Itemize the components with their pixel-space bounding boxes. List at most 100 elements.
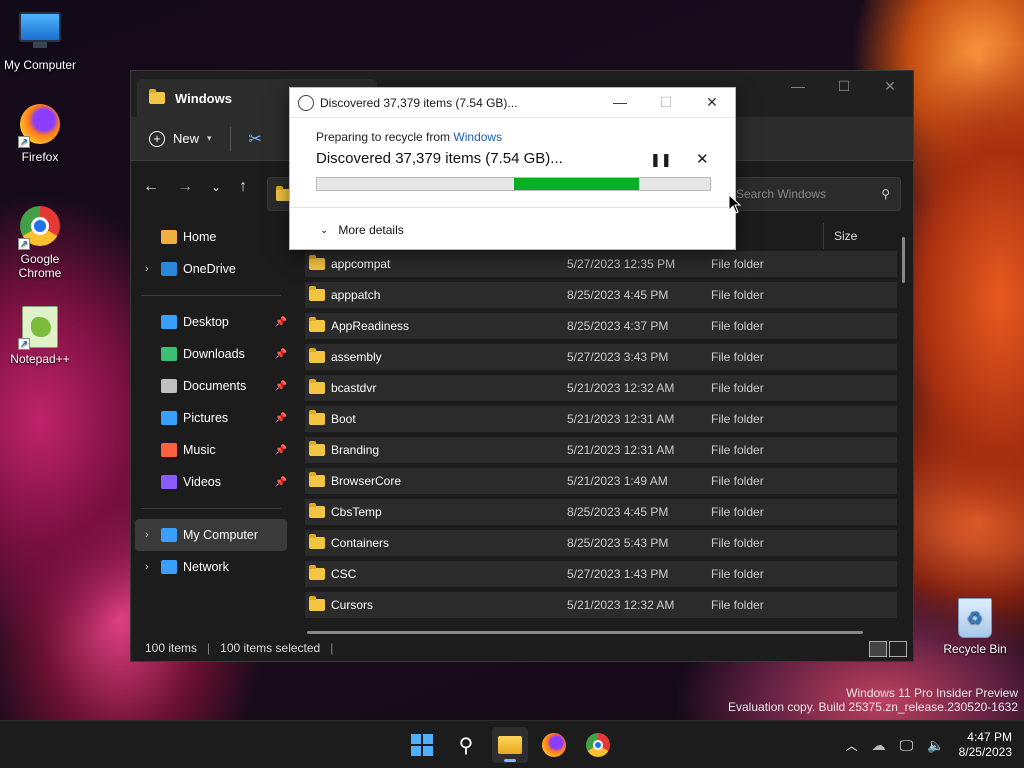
sidebar-item-label: Downloads xyxy=(183,347,245,361)
windows-logo-icon xyxy=(411,734,433,756)
horizontal-scrollbar[interactable] xyxy=(307,631,863,634)
file-row[interactable]: AppReadiness 8/25/2023 4:37 PM File folder xyxy=(305,313,897,339)
file-row[interactable]: assembly 5/27/2023 3:43 PM File folder xyxy=(305,344,897,370)
sidebar-item-pictures[interactable]: Pictures 📌 xyxy=(131,402,291,434)
progress-bar xyxy=(316,177,711,191)
forward-arrow-icon[interactable]: → xyxy=(177,178,193,196)
dialog-close-button[interactable]: ✕ xyxy=(689,88,735,116)
desktop-icon-label: Notepad++ xyxy=(10,352,70,366)
dialog-sub-prefix: Preparing to recycle from xyxy=(316,130,451,144)
show-hidden-icons-chevron-icon[interactable]: ︿ xyxy=(846,737,858,754)
taskbar-chrome[interactable] xyxy=(580,727,616,763)
source-folder-link[interactable]: Windows xyxy=(453,130,502,144)
minimize-button[interactable]: — xyxy=(775,71,821,101)
file-row[interactable]: Branding 5/21/2023 12:31 AM File folder xyxy=(305,437,897,463)
onedrive-offline-icon[interactable]: ☁ xyxy=(872,737,886,754)
cut-icon[interactable]: ✂ xyxy=(249,129,262,149)
file-row[interactable]: Cursors 5/21/2023 12:32 AM File folder xyxy=(305,592,897,618)
close-button[interactable]: ✕ xyxy=(867,71,913,101)
sidebar-item-documents[interactable]: Documents 📌 xyxy=(131,370,291,402)
sidebar-item-my-computer[interactable]: › My Computer xyxy=(135,519,287,551)
watermark-line-1: Windows 11 Pro Insider Preview xyxy=(846,686,1018,700)
pause-icon[interactable]: ❚❚ xyxy=(650,152,672,168)
taskbar-file-explorer[interactable] xyxy=(492,727,528,763)
file-name: CbsTemp xyxy=(331,505,382,519)
file-row[interactable]: CbsTemp 8/25/2023 4:45 PM File folder xyxy=(305,499,897,525)
search-button[interactable]: ⚲ xyxy=(448,727,484,763)
network-icon[interactable]: 🖵 xyxy=(900,737,914,754)
cancel-icon[interactable]: ✕ xyxy=(696,150,709,168)
item-count: 100 items xyxy=(145,641,198,655)
taskbar-firefox[interactable] xyxy=(536,727,572,763)
clock[interactable]: 4:47 PM 8/25/2023 xyxy=(959,730,1012,760)
new-button[interactable]: + New ▾ xyxy=(149,130,212,147)
cloud-icon xyxy=(161,262,177,276)
firefox-icon: ↗ xyxy=(18,104,62,148)
plus-icon: + xyxy=(149,130,165,147)
status-bar: 100 items | 100 items selected | xyxy=(145,641,334,655)
sidebar-item-network[interactable]: › Network xyxy=(131,551,291,583)
tab-title: Windows xyxy=(175,90,232,106)
progress-fill xyxy=(513,178,640,190)
computer-icon xyxy=(161,528,177,542)
file-date: 8/25/2023 4:45 PM xyxy=(567,288,669,302)
folder-icon xyxy=(149,89,165,104)
file-row[interactable]: apppatch 8/25/2023 4:45 PM File folder xyxy=(305,282,897,308)
file-row[interactable]: bcastdvr 5/21/2023 12:32 AM File folder xyxy=(305,375,897,401)
desktop-icon-notepadpp[interactable]: ↗ Notepad++ xyxy=(0,306,80,366)
file-name-cell: Boot xyxy=(305,410,567,426)
desktop-icon-my-computer[interactable]: My Computer xyxy=(0,8,80,72)
maximize-button[interactable]: ☐ xyxy=(821,71,867,101)
sidebar-item-videos[interactable]: Videos 📌 xyxy=(131,466,291,498)
dialog-minimize-button[interactable]: — xyxy=(597,88,643,116)
back-arrow-icon[interactable]: ← xyxy=(143,178,159,196)
file-row[interactable]: Boot 5/21/2023 12:31 AM File folder xyxy=(305,406,897,432)
sidebar-item-desktop[interactable]: Desktop 📌 xyxy=(131,306,291,338)
vertical-scrollbar[interactable] xyxy=(902,237,905,283)
chevron-right-icon[interactable]: › xyxy=(145,529,161,541)
file-row[interactable]: BrowserCore 5/21/2023 1:49 AM File folder xyxy=(305,468,897,494)
sidebar-item-downloads[interactable]: Downloads 📌 xyxy=(131,338,291,370)
sidebar-item-onedrive[interactable]: › OneDrive xyxy=(131,253,291,285)
file-row[interactable]: CSC 5/27/2023 1:43 PM File folder xyxy=(305,561,897,587)
start-button[interactable] xyxy=(404,727,440,763)
file-name: Cursors xyxy=(331,598,374,612)
file-row[interactable]: appcompat 5/27/2023 12:35 PM File folder xyxy=(305,251,897,277)
desktop-icon-label: Firefox xyxy=(21,150,59,164)
sidebar-item-label: Pictures xyxy=(183,411,229,425)
sidebar-item-label: My Computer xyxy=(183,528,259,542)
pin-icon: 📌 xyxy=(274,380,287,392)
file-date: 5/27/2023 1:43 PM xyxy=(567,567,669,581)
chevron-right-icon[interactable]: › xyxy=(145,263,161,275)
column-header-size[interactable]: Size xyxy=(823,223,857,249)
file-name-cell: assembly xyxy=(305,348,567,364)
file-type: File folder xyxy=(711,288,764,302)
file-name-cell: apppatch xyxy=(305,286,567,302)
chevron-right-icon[interactable]: › xyxy=(145,561,161,573)
shortcut-arrow-icon: ↗ xyxy=(18,136,30,148)
recent-locations-chevron-icon[interactable]: ⌄ xyxy=(211,180,221,194)
file-date: 5/27/2023 12:35 PM xyxy=(567,257,676,271)
toolbar-divider xyxy=(229,126,231,151)
clock-date: 8/25/2023 xyxy=(958,745,1012,759)
file-name-cell: bcastdvr xyxy=(305,379,567,395)
file-type: File folder xyxy=(711,257,764,271)
file-row[interactable]: Containers 8/25/2023 5:43 PM File folder xyxy=(305,530,897,556)
desktop-icon-recycle-bin[interactable]: ♻ Recycle Bin xyxy=(940,598,1010,656)
file-type: File folder xyxy=(711,443,764,457)
file-name: apppatch xyxy=(331,288,381,302)
sidebar-item-home[interactable]: Home xyxy=(131,221,291,253)
network-icon xyxy=(161,560,177,574)
sidebar-item-music[interactable]: Music 📌 xyxy=(131,434,291,466)
desktop-icon-firefox[interactable]: ↗ Firefox xyxy=(0,104,80,164)
file-date: 5/21/2023 12:32 AM xyxy=(567,381,675,395)
file-name: appcompat xyxy=(331,257,391,271)
dialog-source-line: Preparing to recycle from Windows xyxy=(316,130,502,144)
more-details-toggle[interactable]: ⌄ More details xyxy=(320,223,404,237)
desktop-icon-chrome[interactable]: ↗ Google Chrome xyxy=(0,206,80,280)
details-view-button[interactable] xyxy=(869,641,887,657)
search-input[interactable]: Search Windows ⚲ xyxy=(725,177,901,211)
volume-icon[interactable]: 🔈 xyxy=(927,737,944,754)
up-arrow-icon[interactable]: ↑ xyxy=(239,178,247,196)
tiles-view-button[interactable] xyxy=(889,641,907,657)
